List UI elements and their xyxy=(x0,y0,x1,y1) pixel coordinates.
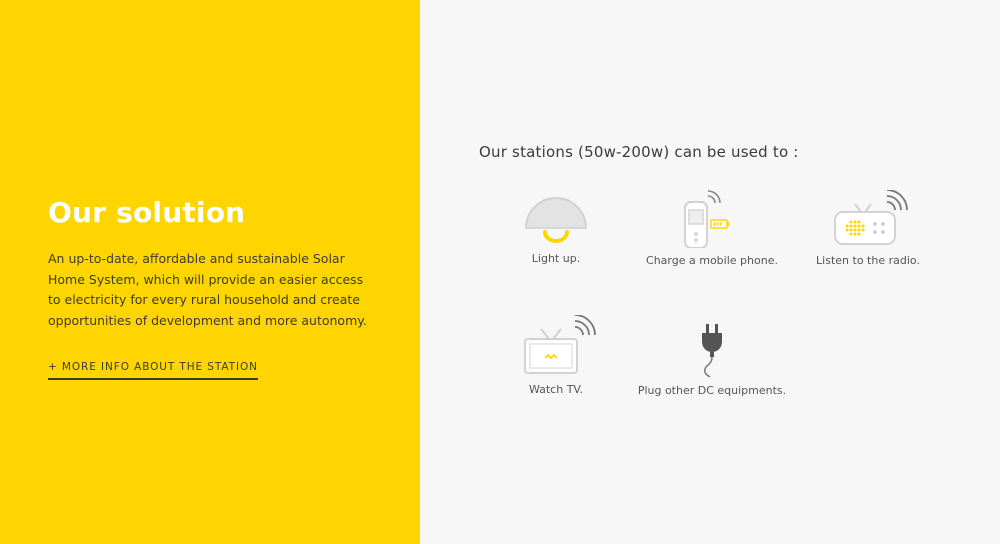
feature-label: Charge a mobile phone. xyxy=(646,254,778,267)
tv-icon xyxy=(524,315,596,374)
feature-plug: Plug other DC equipments. xyxy=(622,320,802,397)
page: Our solution An up-to-date, affordable a… xyxy=(0,0,1000,544)
feature-label: Watch TV. xyxy=(528,383,584,396)
mobile-phone-icon xyxy=(684,190,729,248)
solution-description: An up-to-date, affordable and sustainabl… xyxy=(48,251,367,328)
feature-label: Listen to the radio. xyxy=(816,254,920,267)
stations-panel: Our stations (50w-200w) can be used to :… xyxy=(420,0,1000,544)
feature-charge-phone: Charge a mobile phone. xyxy=(622,188,802,267)
plug-icon xyxy=(702,324,722,378)
solution-title: Our solution xyxy=(48,196,246,229)
lamp-icon xyxy=(524,197,588,243)
feature-label: Light up. xyxy=(531,252,581,265)
more-info-link[interactable]: + MORE INFO ABOUT THE STATION xyxy=(48,361,258,380)
feature-tv: Watch TV. xyxy=(466,315,646,396)
feature-radio: Listen to the radio. xyxy=(778,190,958,267)
feature-light-up: Light up. xyxy=(466,196,646,265)
radio-icon xyxy=(834,190,908,245)
feature-label: Plug other DC equipments. xyxy=(637,384,787,397)
solution-panel: Our solution An up-to-date, affordable a… xyxy=(0,0,420,544)
stations-heading: Our stations (50w-200w) can be used to : xyxy=(479,143,799,161)
